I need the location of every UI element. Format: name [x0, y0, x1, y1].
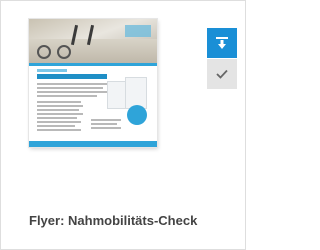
document-card[interactable]: Flyer: Nahmobilitäts-Check	[0, 0, 246, 250]
select-checkbox-button[interactable]	[207, 59, 237, 89]
download-icon	[216, 37, 228, 49]
document-title[interactable]: Flyer: Nahmobilitäts-Check	[29, 213, 197, 228]
check-icon	[216, 69, 228, 79]
flyer-thumbnail-icon[interactable]	[29, 19, 157, 147]
flyer-photo	[29, 19, 157, 63]
download-button[interactable]	[207, 28, 237, 58]
